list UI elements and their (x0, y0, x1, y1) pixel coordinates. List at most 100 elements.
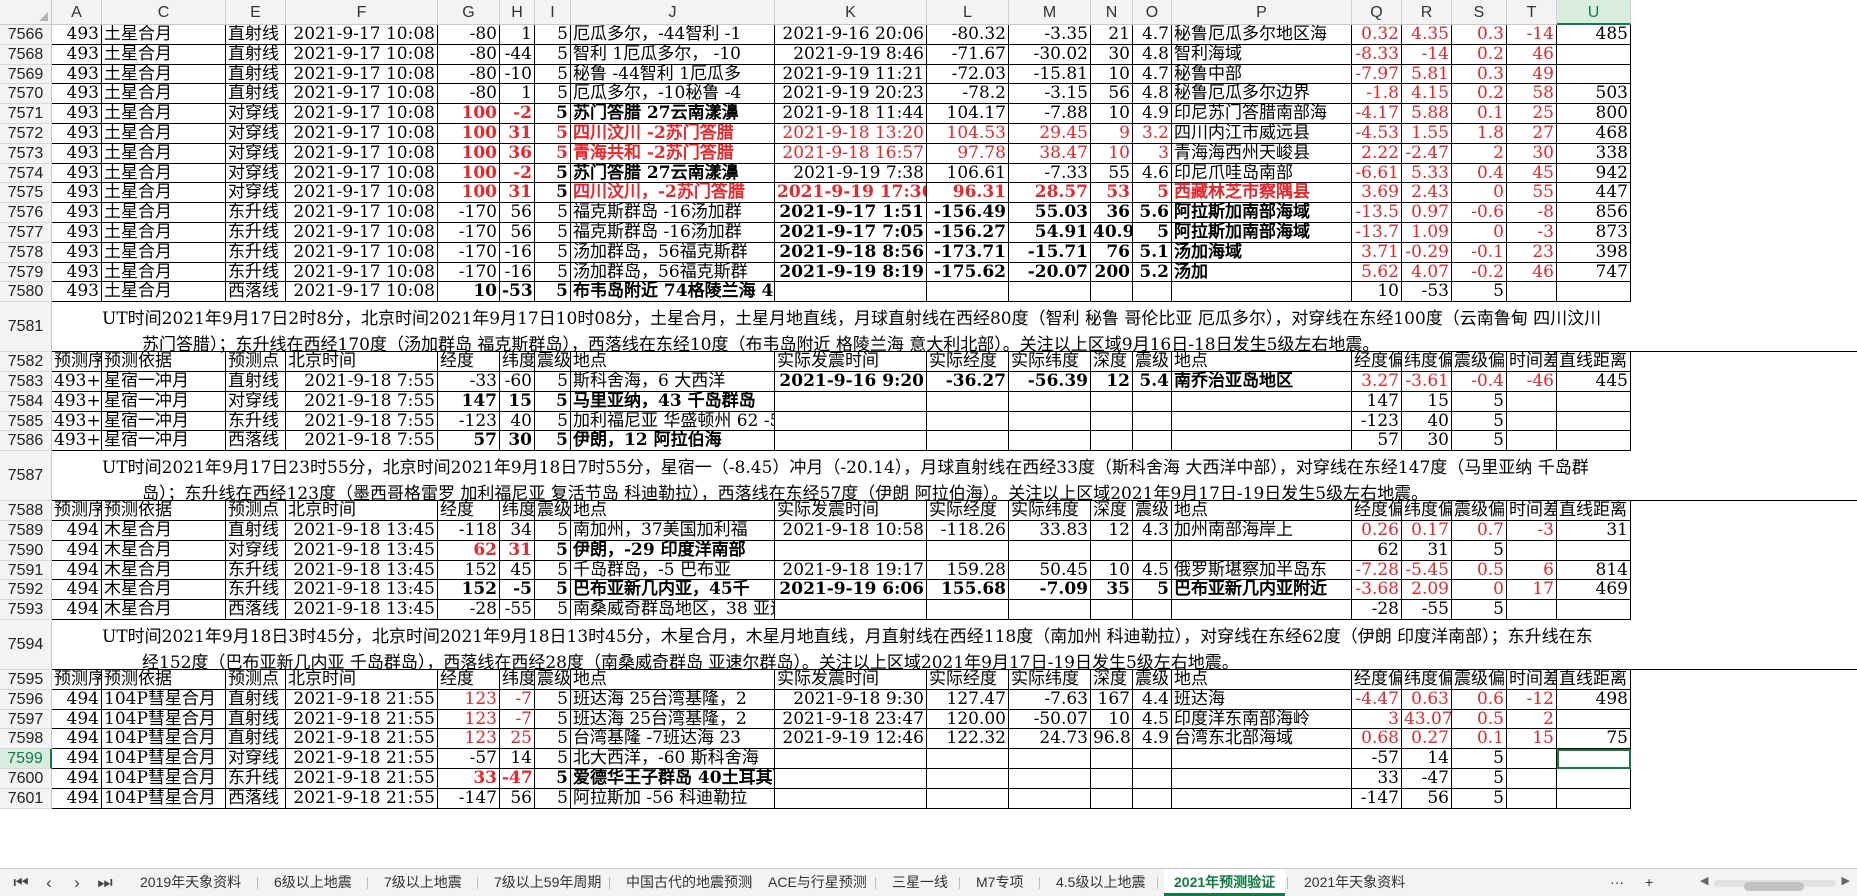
table-cell[interactable] (927, 411, 1009, 432)
table-cell[interactable]: 2021-9-18 7:55 (286, 372, 438, 392)
header-cell[interactable]: 纬度 (500, 501, 535, 521)
table-cell[interactable]: 北大西洋，-60 斯科舍海 (571, 749, 775, 769)
table-cell[interactable]: 2021-9-18 13:45 (286, 560, 438, 581)
table-cell[interactable]: 秘鲁 -44智利 1厄瓜多 (571, 64, 775, 85)
header-cell[interactable]: 实际纬度 (1009, 352, 1091, 372)
table-cell[interactable]: 45 (500, 560, 535, 581)
table-cell[interactable]: -123 (438, 411, 500, 432)
table-cell[interactable]: 49 (1507, 64, 1557, 85)
table-cell[interactable]: 2021-9-17 10:08 (286, 143, 438, 164)
table-cell[interactable]: 东升线 (226, 203, 286, 223)
row-header[interactable]: 7573 (0, 143, 52, 164)
sheet-tab[interactable]: M7专项 (966, 869, 1033, 896)
table-cell[interactable]: 100 (438, 163, 500, 184)
table-cell[interactable]: -78.2 (927, 84, 1009, 105)
table-cell[interactable] (1507, 282, 1557, 303)
table-cell[interactable]: 12 (1091, 372, 1133, 392)
table-cell[interactable]: 56 (1091, 84, 1133, 105)
table-cell[interactable]: 对穿线 (226, 104, 286, 124)
table-cell[interactable]: -53 (1402, 282, 1452, 303)
table-cell[interactable]: -2 (500, 104, 535, 124)
table-cell[interactable]: 104P彗星合月 (102, 729, 226, 750)
table-cell[interactable]: 直射线 (226, 689, 286, 710)
table-cell[interactable]: 100 (438, 183, 500, 204)
table-cell[interactable]: 0.4 (1452, 163, 1507, 184)
table-cell[interactable]: 2 (1507, 709, 1557, 730)
table-cell[interactable]: 秘鲁中部 (1172, 64, 1352, 85)
table-cell[interactable]: 5 (535, 431, 571, 452)
table-cell[interactable]: -4.53 (1352, 124, 1402, 144)
row-header[interactable]: 7587 (0, 451, 52, 502)
table-cell[interactable]: 直射线 (226, 84, 286, 105)
table-cell[interactable]: 5 (1452, 282, 1507, 303)
table-cell[interactable]: -28 (438, 600, 500, 620)
table-cell[interactable] (1172, 282, 1352, 303)
table-cell[interactable]: 36 (1091, 203, 1133, 223)
header-cell[interactable]: 实际发震时间 (775, 352, 927, 372)
table-cell[interactable]: 96.8 (1091, 729, 1133, 750)
table-cell[interactable]: 布韦岛附近 74格陵兰海 44意大利北部 (571, 282, 775, 303)
table-cell[interactable]: 2021-9-17 10:08 (286, 44, 438, 65)
column-header-a[interactable]: A (52, 0, 102, 25)
table-cell[interactable] (775, 282, 927, 303)
table-cell[interactable]: -1.8 (1352, 84, 1402, 105)
table-cell[interactable]: 印尼爪哇岛南部 (1172, 163, 1352, 184)
table-cell[interactable]: 西落线 (226, 600, 286, 620)
table-cell[interactable]: 对穿线 (226, 124, 286, 144)
table-cell[interactable]: 星宿一冲月 (102, 391, 226, 412)
table-cell[interactable]: 56 (500, 788, 535, 809)
table-cell[interactable]: 100 (438, 104, 500, 124)
table-cell[interactable]: 0.6 (1452, 689, 1507, 710)
table-cell[interactable]: 31 (500, 183, 535, 204)
table-cell[interactable]: 46 (1507, 262, 1557, 283)
table-cell[interactable]: 伊朗，12 阿拉伯海 (571, 431, 775, 452)
header-cell[interactable]: 预测序 (52, 501, 102, 521)
table-cell[interactable]: 2021-9-18 7:55 (286, 411, 438, 432)
table-cell[interactable]: 土星合月 (102, 203, 226, 223)
table-cell[interactable]: 阿拉斯加南部海域 (1172, 223, 1352, 243)
table-cell[interactable]: -28 (1352, 600, 1402, 620)
table-cell[interactable]: 东升线 (226, 223, 286, 243)
table-cell[interactable] (1172, 411, 1352, 432)
table-cell[interactable]: 493 (52, 64, 102, 85)
table-cell[interactable]: 星宿一冲月 (102, 411, 226, 432)
table-cell[interactable]: 100 (438, 124, 500, 144)
header-cell[interactable]: 震级 (535, 352, 571, 372)
table-cell[interactable] (1091, 540, 1133, 561)
table-cell[interactable]: 东升线 (226, 411, 286, 432)
header-cell[interactable]: 深度 (1091, 670, 1133, 690)
header-cell[interactable]: 震级偏 (1452, 501, 1507, 521)
table-cell[interactable]: 爱德华王子群岛 40土耳其西部， (571, 769, 775, 789)
table-cell[interactable]: 76 (1091, 242, 1133, 263)
table-cell[interactable]: 55.03 (1009, 203, 1091, 223)
header-cell[interactable]: 震级 (535, 670, 571, 690)
table-cell[interactable] (927, 391, 1009, 412)
table-cell[interactable]: 30 (1507, 143, 1557, 164)
table-cell[interactable]: 494 (52, 521, 102, 541)
table-cell[interactable]: -3.35 (1009, 25, 1091, 45)
table-cell[interactable]: 493 (52, 203, 102, 223)
column-header-q[interactable]: Q (1352, 0, 1402, 25)
table-cell[interactable]: -0.4 (1452, 372, 1507, 392)
header-cell[interactable]: 实际纬度 (1009, 501, 1091, 521)
table-cell[interactable]: 2021-9-17 10:08 (286, 25, 438, 45)
table-cell[interactable]: 加州南部海岸上 (1172, 521, 1352, 541)
table-cell[interactable]: 58 (1507, 84, 1557, 105)
table-cell[interactable]: 25 (500, 729, 535, 750)
table-cell[interactable]: -118 (438, 521, 500, 541)
table-cell[interactable]: -7 (500, 709, 535, 730)
sheet-tab[interactable]: 三星一线 (882, 869, 958, 896)
table-cell[interactable]: 2021-9-19 8:19 (775, 262, 927, 283)
table-cell[interactable]: -4.17 (1352, 104, 1402, 124)
table-cell[interactable]: 汤加 (1172, 262, 1352, 283)
table-cell[interactable]: 485 (1557, 25, 1631, 45)
table-cell[interactable] (927, 540, 1009, 561)
table-cell[interactable]: 494 (52, 749, 102, 769)
table-cell[interactable]: -3.68 (1352, 580, 1402, 601)
row-header[interactable]: 7581 (0, 302, 52, 353)
table-cell[interactable]: 56 (500, 223, 535, 243)
table-cell[interactable]: 土星合月 (102, 183, 226, 204)
table-cell[interactable]: 4.9 (1133, 104, 1172, 124)
table-cell[interactable]: 43.07 (1402, 709, 1452, 730)
table-cell[interactable]: 阿拉斯加 -56 科迪勒拉 (571, 788, 775, 809)
